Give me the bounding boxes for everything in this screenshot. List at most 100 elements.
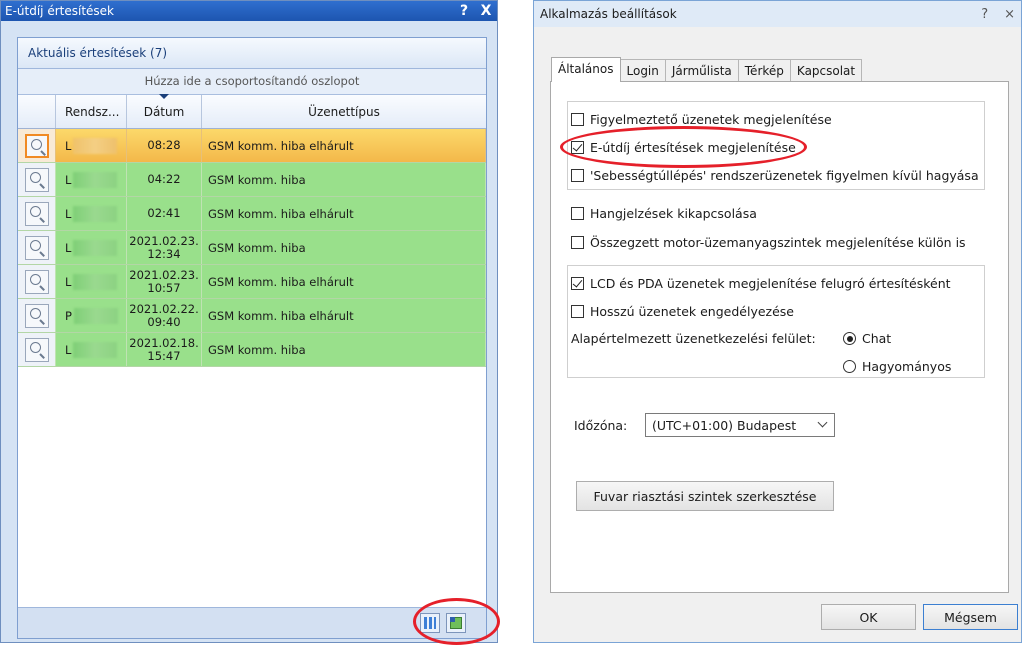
radio-classic-label: Hagyományos [862, 359, 952, 374]
radio-classic-option[interactable]: Hagyományos [843, 359, 951, 374]
panel-title: Aktuális értesítések (7) [18, 38, 486, 69]
dialog-title: Alkalmazás beállítások [540, 7, 677, 21]
magnifier-icon[interactable] [24, 303, 49, 328]
magnifier-icon[interactable] [24, 201, 49, 226]
column-header-reg[interactable]: Rendsz... [56, 95, 127, 128]
close-button[interactable]: × [1004, 7, 1015, 22]
app-settings-dialog: Alkalmazás beállítások ? × Általános Log… [533, 0, 1022, 643]
long-msgs-checkbox[interactable] [571, 305, 584, 318]
ok-button[interactable]: OK [821, 604, 916, 630]
default-ui-label: Alapértelmezett üzenetkezelési felület: [571, 331, 816, 346]
help-button[interactable]: ? [981, 7, 988, 22]
table-row[interactable]: P 2021.02.22. 09:40 GSM komm. hiba elháru… [18, 299, 486, 333]
reg-cell: L [65, 138, 72, 153]
settings-tabs: Általános Login Járműlista Térkép Kapcso… [551, 57, 863, 82]
magnifier-icon[interactable] [24, 269, 49, 294]
date-cell: 04:22 [147, 172, 181, 186]
sound-off-label: Hangjelzések kikapcsolása [590, 206, 757, 221]
tab-general[interactable]: Általános [551, 57, 621, 82]
magnifier-icon[interactable] [24, 337, 49, 362]
reg-cell: L [65, 206, 72, 221]
lcd-pda-checkbox[interactable] [571, 277, 584, 290]
type-cell: GSM komm. hiba [202, 231, 486, 264]
timezone-label: Időzóna: [574, 418, 628, 433]
redacted-plate [73, 239, 118, 256]
edit-alert-levels-button[interactable]: Fuvar riasztási szintek szerkesztése [576, 481, 834, 511]
redacted-plate [73, 171, 118, 188]
grid-header: Rendsz... Dátum Üzenettípus [18, 94, 486, 129]
date-cell: 2021.02.18. 15:47 [129, 335, 199, 363]
speeding-label: 'Sebességtúllépés' rendszerüzenetek figy… [590, 168, 979, 183]
table-row[interactable]: L 04:22 GSM komm. hiba [18, 163, 486, 197]
current-notifications-panel: Aktuális értesítések (7) Húzza ide a cso… [17, 37, 487, 639]
table-row[interactable]: L 08:28 GSM komm. hiba elhárult [18, 129, 486, 163]
redacted-plate [73, 341, 118, 358]
tab-map[interactable]: Térkép [737, 59, 791, 82]
date-cell: 08:28 [147, 138, 181, 152]
type-cell: GSM komm. hiba [202, 163, 486, 196]
magnifier-icon[interactable] [24, 167, 49, 192]
type-cell: GSM komm. hiba elhárult [202, 129, 486, 162]
left-window-title: E-útdíj értesítések [5, 4, 114, 18]
help-button[interactable]: ? [457, 3, 471, 19]
tab-vehicle-list[interactable]: Járműlista [664, 59, 739, 82]
type-cell: GSM komm. hiba [202, 333, 486, 366]
type-cell: GSM komm. hiba elhárult [202, 197, 486, 230]
highlight-ellipse-toolbar [413, 598, 500, 645]
cancel-button[interactable]: Mégsem [923, 604, 1018, 630]
sound-off-checkbox[interactable] [571, 207, 584, 220]
table-row[interactable]: L 02:41 GSM komm. hiba elhárult [18, 197, 486, 231]
reg-cell: L [65, 274, 72, 289]
fuel-checkbox[interactable] [571, 236, 584, 249]
long-msgs-label: Hosszú üzenetek engedélyezése [590, 304, 794, 319]
date-cell: 02:41 [147, 206, 181, 220]
table-row[interactable]: L 2021.02.18. 15:47 GSM komm. hiba [18, 333, 486, 367]
reg-cell: L [65, 342, 72, 357]
warn-msgs-label: Figyelmeztető üzenetek megjelenítése [590, 112, 832, 127]
tab-login[interactable]: Login [619, 59, 666, 82]
redacted-plate [73, 273, 118, 290]
speeding-checkbox[interactable] [571, 169, 584, 182]
chevron-down-icon [817, 417, 828, 428]
timezone-value: (UTC+01:00) Budapest [652, 417, 797, 433]
right-titlebar: Alkalmazás beállítások ? × [534, 1, 1021, 27]
option-long-msgs[interactable]: Hosszú üzenetek engedélyezése [571, 304, 794, 319]
redacted-plate [73, 137, 118, 154]
highlight-ellipse-etoll-option [560, 126, 807, 168]
option-fuel[interactable]: Összegzett motor-üzemanyagszintek megjel… [571, 235, 966, 250]
notifications-grid: Rendsz... Dátum Üzenettípus L 08:28 GSM … [18, 94, 486, 367]
column-header-type[interactable]: Üzenettípus [202, 95, 486, 128]
radio-chat-option[interactable]: Chat [843, 331, 891, 346]
date-cell: 2021.02.23. 10:57 [129, 267, 199, 295]
column-header-date-label: Dátum [143, 104, 185, 119]
close-button[interactable]: X [479, 3, 493, 19]
magnifier-icon[interactable] [24, 235, 49, 260]
reg-cell: P [65, 308, 72, 323]
tab-connection[interactable]: Kapcsolat [789, 59, 863, 82]
table-row[interactable]: L 2021.02.23. 12:34 GSM komm. hiba [18, 231, 486, 265]
column-header-date[interactable]: Dátum [127, 94, 202, 128]
table-row[interactable]: L 2021.02.23. 10:57 GSM komm. hiba elháru… [18, 265, 486, 299]
etoll-notifications-window: E-útdíj értesítések ? X Aktuális értesít… [0, 0, 498, 643]
radio-chat[interactable] [843, 332, 856, 345]
header-button-column [18, 95, 56, 128]
option-sound-off[interactable]: Hangjelzések kikapcsolása [571, 206, 757, 221]
reg-cell: L [65, 172, 72, 187]
lcd-pda-label: LCD és PDA üzenetek megjelenítése felugr… [590, 276, 951, 291]
fuel-label: Összegzett motor-üzemanyagszintek megjel… [590, 235, 966, 250]
date-cell: 2021.02.23. 12:34 [129, 233, 199, 261]
magnifier-icon[interactable] [24, 133, 49, 158]
date-cell: 2021.02.22. 09:40 [129, 301, 199, 329]
redacted-plate [73, 205, 118, 222]
timezone-select[interactable]: (UTC+01:00) Budapest [645, 413, 835, 437]
reg-cell: L [65, 240, 72, 255]
radio-chat-label: Chat [862, 331, 892, 346]
sort-descending-icon [159, 94, 169, 99]
option-warn-msgs[interactable]: Figyelmeztető üzenetek megjelenítése [571, 112, 832, 127]
type-cell: GSM komm. hiba elhárult [202, 299, 486, 332]
radio-classic[interactable] [843, 360, 856, 373]
warn-msgs-checkbox[interactable] [571, 113, 584, 126]
option-speeding[interactable]: 'Sebességtúllépés' rendszerüzenetek figy… [571, 168, 979, 183]
option-lcd-pda[interactable]: LCD és PDA üzenetek megjelenítése felugr… [571, 276, 951, 291]
group-by-drop-area[interactable]: Húzza ide a csoportosítandó oszlopot [18, 69, 486, 95]
